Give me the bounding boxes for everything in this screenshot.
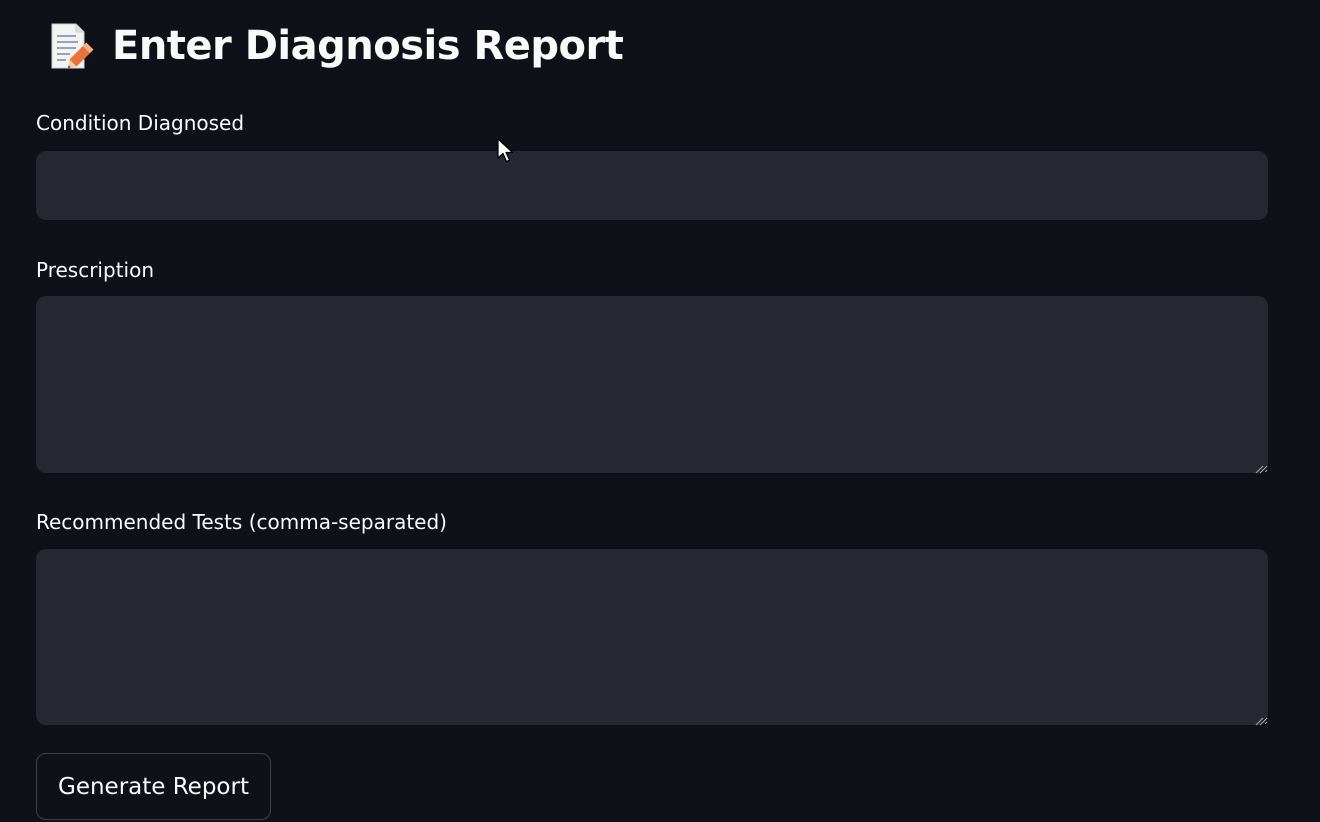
- condition-input[interactable]: [36, 151, 1268, 220]
- resize-handle-icon[interactable]: [1254, 711, 1264, 726]
- diagnosis-report-page: Enter Diagnosis Report Condition Diagnos…: [0, 0, 1320, 822]
- memo-icon: [46, 20, 94, 72]
- page-header: Enter Diagnosis Report: [46, 18, 624, 74]
- tests-textarea[interactable]: [36, 549, 1268, 725]
- generate-report-button[interactable]: Generate Report: [36, 753, 271, 820]
- mouse-cursor-icon: [497, 138, 515, 164]
- prescription-label: Prescription: [36, 258, 154, 282]
- resize-handle-icon[interactable]: [1254, 459, 1264, 474]
- page-title: Enter Diagnosis Report: [112, 23, 624, 69]
- tests-label: Recommended Tests (comma-separated): [36, 510, 447, 534]
- prescription-textarea[interactable]: [36, 296, 1268, 473]
- condition-label: Condition Diagnosed: [36, 111, 245, 135]
